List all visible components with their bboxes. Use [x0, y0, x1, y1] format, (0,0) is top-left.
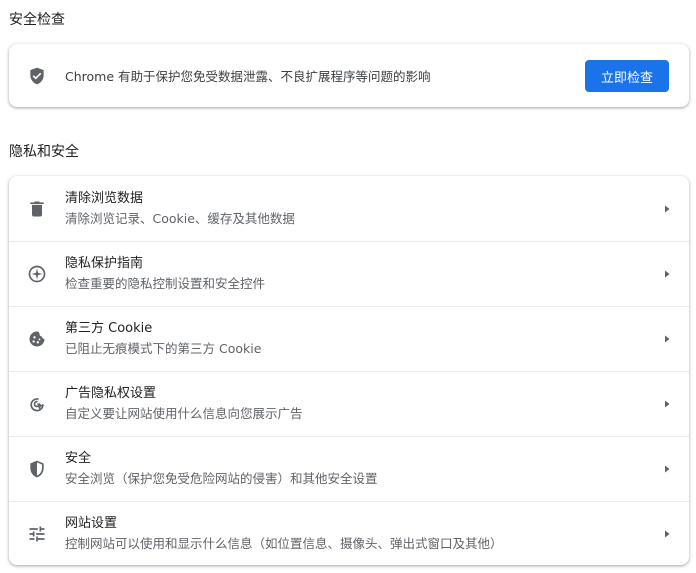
ad-privacy-icon [9, 394, 65, 414]
item-subtitle: 清除浏览记录、Cookie、缓存及其他数据 [65, 210, 295, 226]
item-title: 网站设置 [65, 516, 118, 531]
item-title: 安全 [65, 451, 92, 466]
chevron-right-icon [645, 204, 689, 214]
shield-icon [9, 459, 65, 479]
item-title: 第三方 Cookie [65, 321, 153, 336]
chevron-right-icon [645, 464, 689, 474]
chevron-right-icon [645, 399, 689, 409]
chevron-right-icon [645, 529, 689, 539]
item-subtitle: 已阻止无痕模式下的第三方 Cookie [65, 341, 262, 356]
site-settings-item[interactable]: 网站设置 控制网站可以使用和显示什么信息（如位置信息、摄像头、弹出式窗口及其他） [9, 501, 689, 566]
privacy-guide-item[interactable]: 隐私保护指南 检查重要的隐私控制设置和安全控件 [9, 241, 689, 306]
cookie-icon [9, 329, 65, 349]
item-subtitle: 检查重要的隐私控制设置和安全控件 [65, 276, 266, 291]
security-item[interactable]: 安全 安全浏览（保护您免受危险网站的侵害）和其他安全设置 [9, 436, 689, 501]
chevron-right-icon [645, 334, 689, 344]
trash-icon [9, 199, 65, 219]
item-subtitle: 控制网站可以使用和显示什么信息（如位置信息、摄像头、弹出式窗口及其他） [65, 536, 503, 551]
shield-check-icon [9, 66, 65, 86]
check-now-button[interactable]: 立即检查 [585, 60, 669, 92]
clear-browsing-data-item[interactable]: 清除浏览数据 清除浏览记录、Cookie、缓存及其他数据 [9, 176, 689, 241]
safety-check-card: Chrome 有助于保护您免受数据泄露、不良扩展程序等问题的影响 立即检查 [9, 44, 689, 107]
safety-check-heading: 安全检查 [9, 12, 65, 28]
privacy-security-heading: 隐私和安全 [9, 144, 79, 160]
ad-privacy-item[interactable]: 广告隐私权设置 自定义要让网站使用什么信息向您展示广告 [9, 371, 689, 436]
item-title: 广告隐私权设置 [65, 386, 157, 401]
tune-icon [9, 524, 65, 544]
item-subtitle: 安全浏览（保护您免受危险网站的侵害）和其他安全设置 [65, 471, 378, 486]
third-party-cookies-item[interactable]: 第三方 Cookie 已阻止无痕模式下的第三方 Cookie [9, 306, 689, 371]
chevron-right-icon [645, 269, 689, 279]
compass-icon [9, 264, 65, 284]
item-title: 清除浏览数据 [65, 190, 144, 206]
item-title: 隐私保护指南 [65, 256, 144, 271]
item-subtitle: 自定义要让网站使用什么信息向您展示广告 [65, 406, 303, 421]
privacy-security-card: 清除浏览数据 清除浏览记录、Cookie、缓存及其他数据 隐私保护指南 检查重要… [9, 176, 689, 565]
